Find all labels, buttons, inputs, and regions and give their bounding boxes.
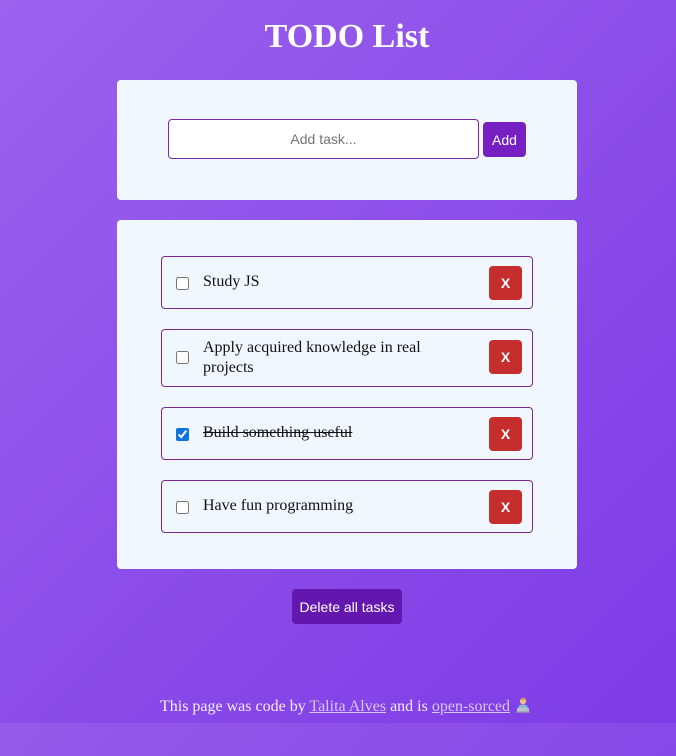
task-text: Have fun programming (203, 497, 354, 514)
task-checkbox[interactable] (176, 428, 189, 441)
delete-all-button[interactable]: Delete all tasks (292, 589, 402, 624)
task-item: Apply acquired knowledge in real project… (161, 329, 533, 387)
author-link[interactable]: Talita Alves (309, 698, 386, 715)
delete-task-button[interactable]: X (489, 266, 522, 300)
delete-task-button[interactable]: X (489, 340, 522, 374)
task-item: Study JS X (161, 256, 533, 309)
task-list-card: Study JS X Apply acquired knowledge in r… (117, 220, 577, 569)
footer-prefix: This page was code by (159, 698, 306, 715)
delete-task-button[interactable]: X (489, 490, 522, 524)
task-checkbox[interactable] (176, 277, 189, 290)
task-text: Apply acquired knowledge in real project… (203, 339, 421, 376)
bottom-band (0, 723, 676, 756)
add-button[interactable]: Add (483, 122, 526, 157)
task-text: Build something useful (203, 424, 353, 441)
page-title: TODO List (264, 18, 430, 55)
task-input[interactable] (168, 119, 479, 159)
task-checkbox[interactable] (176, 351, 189, 364)
person-at-laptop-icon (516, 697, 531, 713)
task-checkbox[interactable] (176, 501, 189, 514)
task-item: Have fun programming X (161, 480, 533, 533)
add-task-card: Add (117, 80, 577, 200)
footer: This page was code by Talita Alves and i… (0, 696, 676, 716)
footer-middle: and is (390, 698, 428, 715)
task-text: Study JS (203, 273, 260, 290)
delete-task-button[interactable]: X (489, 417, 522, 451)
task-item: Build something useful X (161, 407, 533, 460)
open-source-link[interactable]: open-sorced (432, 698, 510, 715)
